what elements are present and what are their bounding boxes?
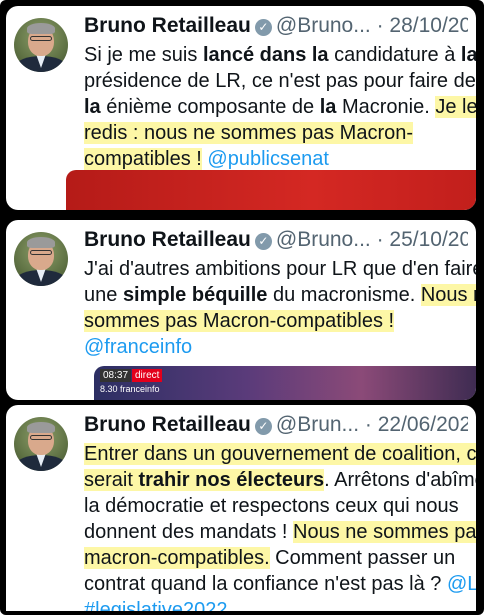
- tweet-line: serait trahir nos électeurs. Arrêtons d'…: [84, 467, 476, 493]
- mention-link[interactable]: @franceinfo: [84, 336, 192, 358]
- tweet-text: Entrer dans un gouvernement de coalition…: [84, 441, 476, 611]
- tweet-line: Entrer dans un gouvernement de coalition…: [84, 441, 476, 467]
- highlighted-text: redis : nous ne sommes pas Macron-: [84, 122, 414, 144]
- text-span: Comment passer un: [269, 547, 456, 569]
- tweet-line: contrat quand la confiance n'est pas là …: [84, 571, 476, 597]
- media-preview[interactable]: 08:37 direct 8.30 franceinfo: [94, 366, 476, 400]
- text-span: une: [84, 284, 123, 306]
- author-name[interactable]: Bruno Retailleau: [84, 14, 251, 37]
- tweet-line: la démocratie et respectons ceux qui nou…: [84, 493, 470, 519]
- text-span: contrat quand la confiance n'est pas là …: [84, 573, 447, 595]
- tweet-line: une simple béquille du macronisme. Nous …: [84, 282, 476, 308]
- text-span: J'ai d'autres ambitions pour LR que d'en…: [84, 258, 476, 280]
- author-name[interactable]: Bruno Retailleau: [84, 413, 251, 436]
- verified-badge-icon: ✓: [254, 233, 272, 250]
- text-span: la: [84, 96, 101, 118]
- tweet-text: Si je me suis lancé dans la candidature …: [84, 42, 476, 172]
- tweet-line: sommes pas Macron-compatibles !: [84, 308, 470, 334]
- tweet-header: Bruno Retailleau✓@Brun... · 22/06/2022: [84, 411, 468, 439]
- highlighted-text: Nous ne: [420, 284, 476, 306]
- tweet-header: Bruno Retailleau✓@Bruno... · 28/10/2022: [84, 12, 468, 40]
- text-span: donnent des mandats !: [84, 521, 294, 543]
- highlighted-text: Entrer dans un gouvernement de coalition…: [84, 443, 476, 465]
- video-time: 08:37: [100, 369, 132, 382]
- highlighted-text: trahir nos électeurs: [138, 469, 325, 491]
- separator-dot: ·: [370, 228, 390, 251]
- text-span: présidence de LR, ce n'est pas pour fair…: [84, 70, 476, 92]
- text-span: énième composante de: [100, 96, 320, 118]
- author-handle[interactable]: @Bruno...: [276, 228, 371, 251]
- tweet-screenshot-collage: Bruno Retailleau✓@Bruno... · 28/10/2022 …: [0, 0, 484, 615]
- highlighted-text: sommes pas Macron-compatibles !: [84, 310, 395, 332]
- separator-dot: ·: [359, 413, 378, 436]
- avatar[interactable]: [14, 18, 68, 72]
- tweet-line: redis : nous ne sommes pas Macron-: [84, 120, 470, 146]
- text-span: simple béquille: [122, 284, 268, 306]
- avatar[interactable]: [14, 417, 68, 471]
- tweet-line: @franceinfo: [84, 334, 470, 360]
- tweet-text: J'ai d'autres ambitions pour LR que d'en…: [84, 256, 476, 360]
- mention-link[interactable]: #legislative2022: [84, 599, 227, 611]
- tweet-line: J'ai d'autres ambitions pour LR que d'en…: [84, 256, 476, 282]
- tweet-line: donnent des mandats ! Nous ne sommes pas: [84, 519, 476, 545]
- tweet-card[interactable]: Bruno Retailleau✓@Brun... · 22/06/2022 E…: [6, 405, 476, 611]
- author-handle[interactable]: @Brun...: [276, 413, 359, 436]
- verified-badge-icon: ✓: [254, 418, 272, 435]
- media-preview[interactable]: [66, 170, 476, 210]
- mention-link[interactable]: @publicsenat: [207, 148, 328, 170]
- tweet-line: #legislative2022: [84, 597, 470, 611]
- highlighted-text: serait: [84, 469, 139, 491]
- avatar[interactable]: [14, 232, 68, 286]
- text-span: lancé dans la: [202, 44, 329, 66]
- text-span: la démocratie et respectons ceux qui nou…: [84, 495, 459, 517]
- tweet-card[interactable]: Bruno Retailleau✓@Bruno... · 25/10/2022 …: [6, 220, 476, 400]
- tweet-line: macron-compatibles. Comment passer un: [84, 545, 470, 571]
- text-span: candidature à: [328, 44, 461, 66]
- author-handle[interactable]: @Bruno...: [276, 14, 371, 37]
- live-badge: direct: [132, 369, 163, 382]
- text-span: Si je me suis: [84, 44, 203, 66]
- verified-badge-icon: ✓: [254, 19, 272, 36]
- tweet-line: Si je me suis lancé dans la candidature …: [84, 42, 476, 68]
- highlighted-text: Je le: [435, 96, 476, 118]
- text-span: la: [460, 44, 476, 66]
- tweet-date[interactable]: 25/10/2022: [389, 228, 468, 251]
- tweet-line: la énième composante de la Macronie. Je …: [84, 94, 476, 120]
- tweet-date[interactable]: 28/10/2022: [389, 14, 468, 37]
- text-span: du macronisme.: [267, 284, 421, 306]
- highlighted-text: Nous ne sommes pas: [293, 521, 476, 543]
- highlighted-text: macron-compatibles.: [84, 547, 270, 569]
- text-span: Macronie.: [336, 96, 436, 118]
- tweet-header: Bruno Retailleau✓@Bruno... · 25/10/2022: [84, 226, 468, 254]
- channel-label: 8.30 franceinfo: [100, 384, 160, 394]
- mention-link[interactable]: @LCI: [447, 573, 476, 595]
- tweet-card[interactable]: Bruno Retailleau✓@Bruno... · 28/10/2022 …: [6, 6, 476, 210]
- author-name[interactable]: Bruno Retailleau: [84, 228, 251, 251]
- text-span: . Arrêtons d'abîmer: [324, 469, 476, 491]
- tweet-date[interactable]: 22/06/2022: [378, 413, 468, 436]
- text-span: la: [319, 96, 337, 118]
- tweet-line: présidence de LR, ce n'est pas pour fair…: [84, 68, 476, 94]
- separator-dot: ·: [370, 14, 390, 37]
- tweet-line: compatibles ! @publicsenat: [84, 146, 470, 172]
- highlighted-text: compatibles !: [84, 148, 202, 170]
